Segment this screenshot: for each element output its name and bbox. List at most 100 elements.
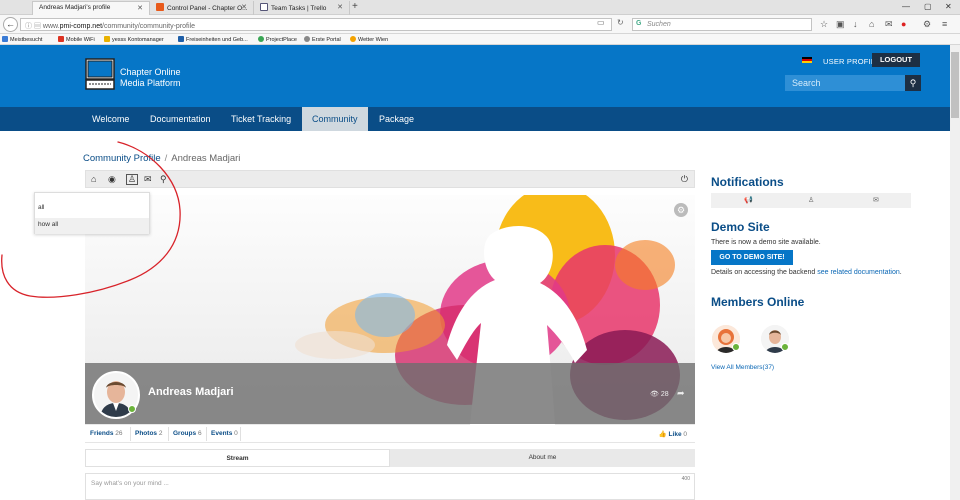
bookmark-item[interactable]: yesss Kontomanager	[104, 36, 164, 43]
envelope-icon[interactable]: ✉	[873, 196, 879, 204]
close-tab-icon[interactable]: ✕	[241, 3, 247, 11]
view-all-members-link[interactable]: View All Members(37)	[711, 364, 774, 371]
dropdown-item-show-all[interactable]: how all	[35, 218, 149, 234]
url-bar[interactable]: ⓘ ▤ www.pmi-comp.net/community/community…	[20, 18, 612, 31]
bookmark-item[interactable]: ProjectPlace	[258, 36, 297, 43]
nav-ticket-tracking[interactable]: Ticket Tracking	[221, 107, 301, 131]
minimize-icon[interactable]: —	[902, 2, 910, 11]
bookmark-favicon-icon	[258, 36, 264, 42]
nav-documentation[interactable]: Documentation	[140, 107, 221, 131]
see-related-documentation-link[interactable]: see related documentation	[817, 269, 900, 276]
extension-icon[interactable]: ⚙	[923, 19, 931, 30]
share-icon[interactable]: ➦	[677, 388, 685, 399]
search-icon[interactable]: ⚲	[160, 174, 167, 185]
bookmarks-bar: Meistbesucht Mobile WiFi yesss Kontomana…	[0, 34, 960, 45]
logo-line-2: Media Platform	[120, 78, 181, 88]
globe-icon[interactable]: ◉	[108, 174, 116, 185]
download-icon[interactable]: ↓	[853, 19, 858, 29]
browser-tab-trello[interactable]: Team Tasks | Trello ✕	[254, 1, 350, 15]
nav-welcome[interactable]: Welcome	[82, 107, 139, 131]
profile-stats-bar: Friends 26 Photos 2 Groups 6 Events 0 👍 …	[85, 425, 695, 443]
menu-icon[interactable]: ≡	[942, 19, 947, 29]
new-tab-icon[interactable]: +	[352, 1, 358, 12]
bookmark-label: yesss Kontomanager	[112, 37, 164, 43]
bookmark-item[interactable]: Mobile WiFi	[58, 36, 95, 43]
demo-details-prefix: Details on accessing the backend	[711, 269, 816, 276]
bookmark-label: Erste Portal	[312, 37, 341, 43]
close-tab-icon[interactable]: ✕	[337, 3, 343, 11]
bookmark-favicon-icon	[58, 36, 64, 42]
breadcrumb: Community Profile / Andreas Madjari	[83, 153, 240, 164]
divider	[130, 427, 131, 441]
member-online-dot	[732, 343, 740, 351]
main-navigation: Welcome Documentation Ticket Tracking Co…	[0, 107, 950, 131]
bookmark-label: Mobile WiFi	[66, 37, 95, 43]
url-prefix: www.	[42, 23, 60, 30]
mail-icon[interactable]: ✉	[144, 174, 152, 185]
tab-title: Andreas Madjari's profile	[39, 4, 111, 11]
browser-tab-control-panel[interactable]: Control Panel - Chapter O... ✕	[150, 1, 254, 15]
stat-count: 6	[197, 430, 202, 437]
stat-groups[interactable]: Groups 6	[173, 430, 202, 437]
bookmark-item[interactable]: Erste Portal	[304, 36, 341, 43]
stat-count: 0	[234, 430, 238, 437]
bookmark-item[interactable]: Meistbesucht	[2, 36, 42, 43]
site-search-input[interactable]: Search	[785, 75, 905, 91]
stat-label: Groups	[173, 430, 197, 437]
url-path: /community/community-profile	[102, 23, 195, 30]
adblock-icon[interactable]: ●	[901, 19, 906, 29]
clipboard-icon[interactable]: ▣	[836, 19, 845, 30]
stat-count: 2	[158, 430, 163, 437]
demo-site-heading: Demo Site	[711, 220, 770, 234]
divider	[240, 427, 241, 441]
browser-tab-profile[interactable]: Andreas Madjari's profile ✕	[32, 1, 150, 15]
bookmark-label: ProjectPlace	[266, 37, 297, 43]
post-input[interactable]: Say what's on your mind ... 400	[85, 473, 695, 500]
bookmark-item[interactable]: Freiseinheiten und Geb...	[178, 36, 248, 43]
back-arrow-icon[interactable]: ←	[3, 17, 18, 32]
cover-settings-gear-icon[interactable]: ⚙	[674, 203, 688, 217]
stat-label: Photos	[135, 430, 158, 437]
divider	[206, 427, 207, 441]
megaphone-icon[interactable]: 📢	[744, 196, 753, 204]
maximize-icon[interactable]: ▢	[924, 2, 932, 11]
nav-package[interactable]: Package	[369, 107, 424, 131]
close-window-icon[interactable]: ✕	[945, 2, 952, 11]
bookmark-star-icon[interactable]: ☆	[820, 19, 828, 30]
bookmark-favicon-icon	[304, 36, 310, 42]
user-plus-icon[interactable]: ♙	[808, 196, 814, 204]
site-logo-text[interactable]: Chapter Online Media Platform	[120, 67, 181, 89]
bookmark-item[interactable]: Wetter Wien	[350, 36, 388, 43]
home-icon[interactable]: ⌂	[869, 19, 874, 29]
breadcrumb-community-profile[interactable]: Community Profile	[83, 153, 161, 164]
stat-friends[interactable]: Friends 26	[90, 430, 123, 437]
power-icon[interactable]: ⏻	[681, 174, 688, 185]
tab-about-me[interactable]: About me	[390, 449, 695, 467]
stat-events[interactable]: Events 0	[211, 430, 238, 437]
mail-icon[interactable]: ✉	[885, 19, 893, 30]
notifications-heading: Notifications	[711, 175, 784, 189]
browser-search-input[interactable]: G Suchen	[632, 18, 812, 31]
member-online-dot	[781, 343, 789, 351]
german-flag-icon[interactable]	[802, 57, 812, 63]
dropdown-item[interactable]: all	[35, 201, 149, 217]
go-to-demo-site-button[interactable]: GO TO DEMO SITE!	[711, 250, 793, 265]
close-tab-icon[interactable]: ✕	[137, 4, 143, 12]
stat-count: 26	[115, 430, 123, 437]
computer-logo-icon[interactable]	[85, 58, 115, 90]
search-button[interactable]: ⚲	[905, 75, 921, 91]
reload-icon[interactable]: ↻	[617, 18, 624, 27]
home-icon[interactable]: ⌂	[91, 174, 96, 184]
tab-title: Control Panel - Chapter O...	[167, 5, 248, 12]
bookmark-label: Wetter Wien	[358, 37, 389, 43]
user-icon[interactable]: ♙	[126, 174, 139, 185]
tab-stream[interactable]: Stream	[85, 449, 390, 467]
profile-toolbar: ⌂ ◉ ♙ ✉ ⚲ ⏻	[85, 170, 695, 188]
like-button[interactable]: 👍 Like 0	[659, 430, 687, 438]
page-scrollbar-thumb[interactable]	[951, 52, 959, 118]
breadcrumb-current: Andreas Madjari	[171, 153, 241, 164]
nav-community[interactable]: Community	[302, 107, 368, 131]
logout-button[interactable]: LOGOUT	[872, 53, 920, 67]
reader-view-icon[interactable]: ▭	[597, 18, 605, 27]
stat-photos[interactable]: Photos 2	[135, 430, 162, 437]
